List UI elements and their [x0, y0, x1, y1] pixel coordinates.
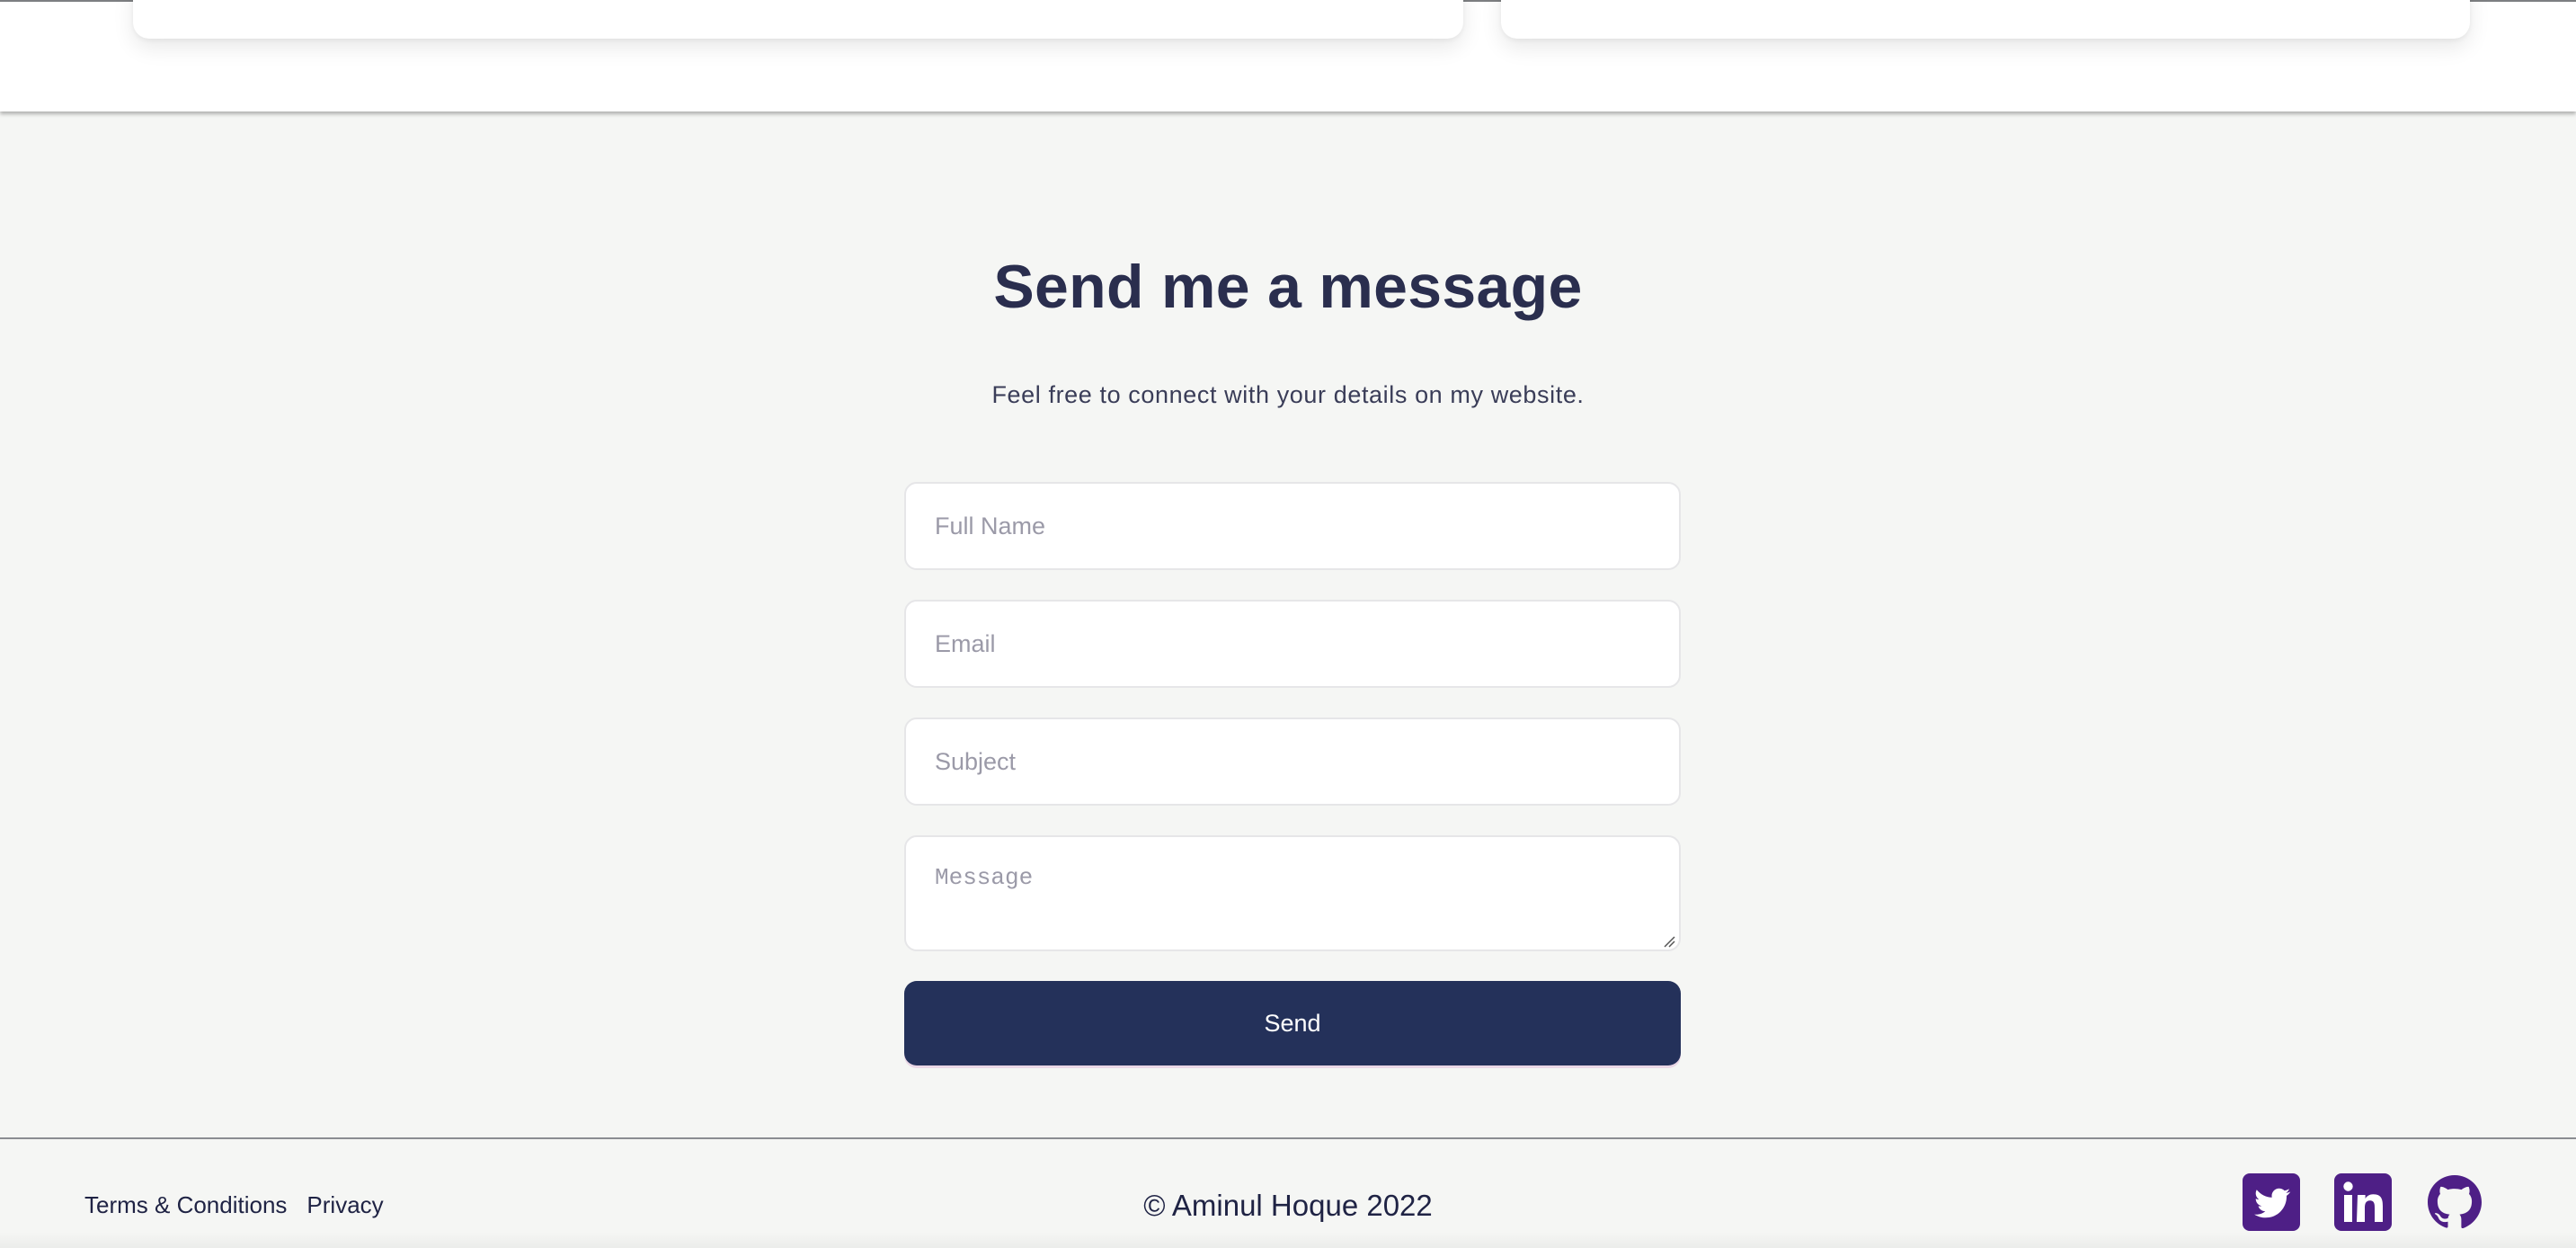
footer: Terms & Conditions Privacy © Aminul Hoqu… [0, 1137, 2576, 1248]
resize-grip-icon[interactable] [1663, 935, 1675, 948]
github-icon[interactable] [2426, 1173, 2483, 1231]
send-button[interactable]: Send [904, 981, 1681, 1065]
project-card-left [133, 0, 1463, 39]
email-input[interactable] [904, 600, 1681, 688]
project-card-right [1501, 0, 2470, 39]
footer-shadow [0, 1232, 2576, 1248]
twitter-icon[interactable] [2243, 1173, 2300, 1231]
contact-subtext: Feel free to connect with your details o… [991, 381, 1585, 408]
message-textarea[interactable] [904, 835, 1681, 951]
full-name-input[interactable] [904, 482, 1681, 570]
subject-input[interactable] [904, 718, 1681, 806]
linkedin-icon[interactable] [2334, 1173, 2392, 1231]
previous-section [0, 0, 2576, 111]
copyright-text: © Aminul Hoque 2022 [1143, 1189, 1433, 1222]
contact-heading: Send me a message [993, 253, 1583, 321]
